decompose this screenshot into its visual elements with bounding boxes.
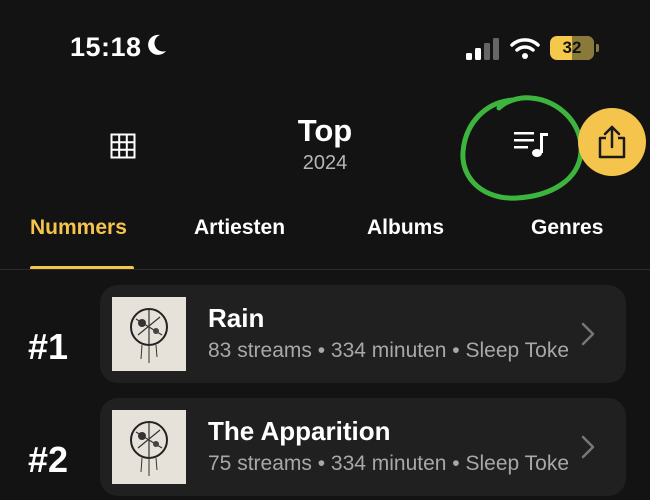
signal-icon bbox=[466, 38, 500, 65]
track-meta: 83 streams • 334 minuten • Sleep Token bbox=[208, 339, 568, 362]
track-title: Rain bbox=[208, 303, 265, 333]
tab-artiesten[interactable]: Artiesten bbox=[194, 216, 285, 240]
album-art bbox=[112, 297, 186, 371]
page-subtitle: 2024 bbox=[302, 152, 348, 174]
tab-genres[interactable]: Genres bbox=[531, 216, 603, 240]
status-bar: 15:18 32 bbox=[0, 0, 650, 100]
battery-icon: 32 bbox=[550, 36, 599, 60]
share-button[interactable] bbox=[578, 108, 646, 176]
album-art bbox=[112, 410, 186, 484]
moon-icon bbox=[146, 33, 168, 62]
track-meta: 75 streams • 334 minuten • Sleep Token bbox=[208, 452, 568, 475]
chevron-right-icon bbox=[580, 434, 596, 465]
playlist-music-icon[interactable] bbox=[512, 130, 552, 160]
rank-label: #1 bbox=[28, 326, 69, 367]
tab-albums[interactable]: Albums bbox=[367, 216, 444, 240]
divider bbox=[0, 269, 650, 270]
share-icon bbox=[598, 125, 626, 159]
chevron-right-icon bbox=[580, 321, 596, 352]
battery-level: 32 bbox=[562, 38, 582, 57]
rank-label: #2 bbox=[28, 439, 69, 480]
tab-nummers[interactable]: Nummers bbox=[30, 216, 127, 240]
wifi-icon bbox=[510, 36, 540, 65]
track-card[interactable]: The Apparition 75 streams • 334 minuten … bbox=[100, 398, 626, 496]
status-time: 15:18 bbox=[70, 32, 142, 62]
track-title: The Apparition bbox=[208, 416, 391, 446]
grid-icon[interactable] bbox=[110, 133, 136, 159]
tab-bar: Nummers Artiesten Albums Genres bbox=[0, 200, 650, 270]
track-card[interactable]: Rain 83 streams • 334 minuten • Sleep To… bbox=[100, 285, 626, 383]
page-title: Top bbox=[297, 113, 353, 148]
